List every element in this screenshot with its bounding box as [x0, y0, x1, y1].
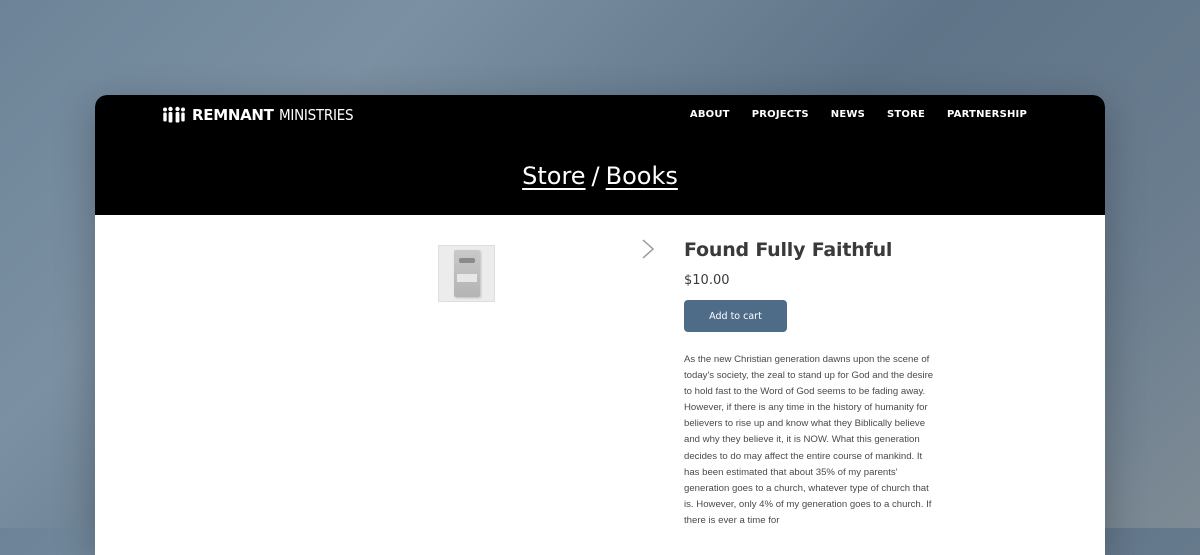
people-logo-icon	[163, 106, 185, 123]
main-nav: ABOUT PROJECTS NEWS STORE PARTNERSHIP	[690, 109, 1027, 120]
breadcrumb-separator: /	[591, 162, 600, 190]
logo-text-light: MINISTRIES	[278, 106, 354, 124]
add-to-cart-button[interactable]: Add to cart	[684, 300, 787, 332]
book-cover-image	[453, 250, 480, 297]
nav-projects[interactable]: PROJECTS	[752, 109, 809, 120]
breadcrumb-books-link[interactable]: Books	[606, 162, 678, 190]
chevron-right-icon[interactable]	[640, 237, 656, 261]
nav-news[interactable]: NEWS	[831, 109, 865, 120]
product-price: $10.00	[684, 273, 730, 288]
logo-text-bold: REMNANT	[192, 106, 274, 124]
nav-store[interactable]: STORE	[887, 109, 925, 120]
product-description: As the new Christian generation dawns up…	[684, 354, 934, 526]
product-info: Found Fully Faithful $10.00 Add to cart …	[684, 239, 939, 539]
product-title: Found Fully Faithful	[684, 239, 893, 261]
site-header: REMNANT MINISTRIES ABOUT PROJECTS NEWS S…	[95, 95, 1105, 215]
breadcrumb: Store / Books	[95, 162, 1105, 190]
nav-about[interactable]: ABOUT	[690, 109, 730, 120]
site-logo[interactable]: REMNANT MINISTRIES	[162, 106, 361, 124]
nav-partnership[interactable]: PARTNERSHIP	[947, 109, 1027, 120]
browser-window: REMNANT MINISTRIES ABOUT PROJECTS NEWS S…	[95, 95, 1105, 555]
breadcrumb-store-link[interactable]: Store	[522, 162, 585, 190]
product-thumbnail[interactable]	[438, 245, 495, 302]
product-content: Found Fully Faithful $10.00 Add to cart …	[95, 215, 1105, 555]
